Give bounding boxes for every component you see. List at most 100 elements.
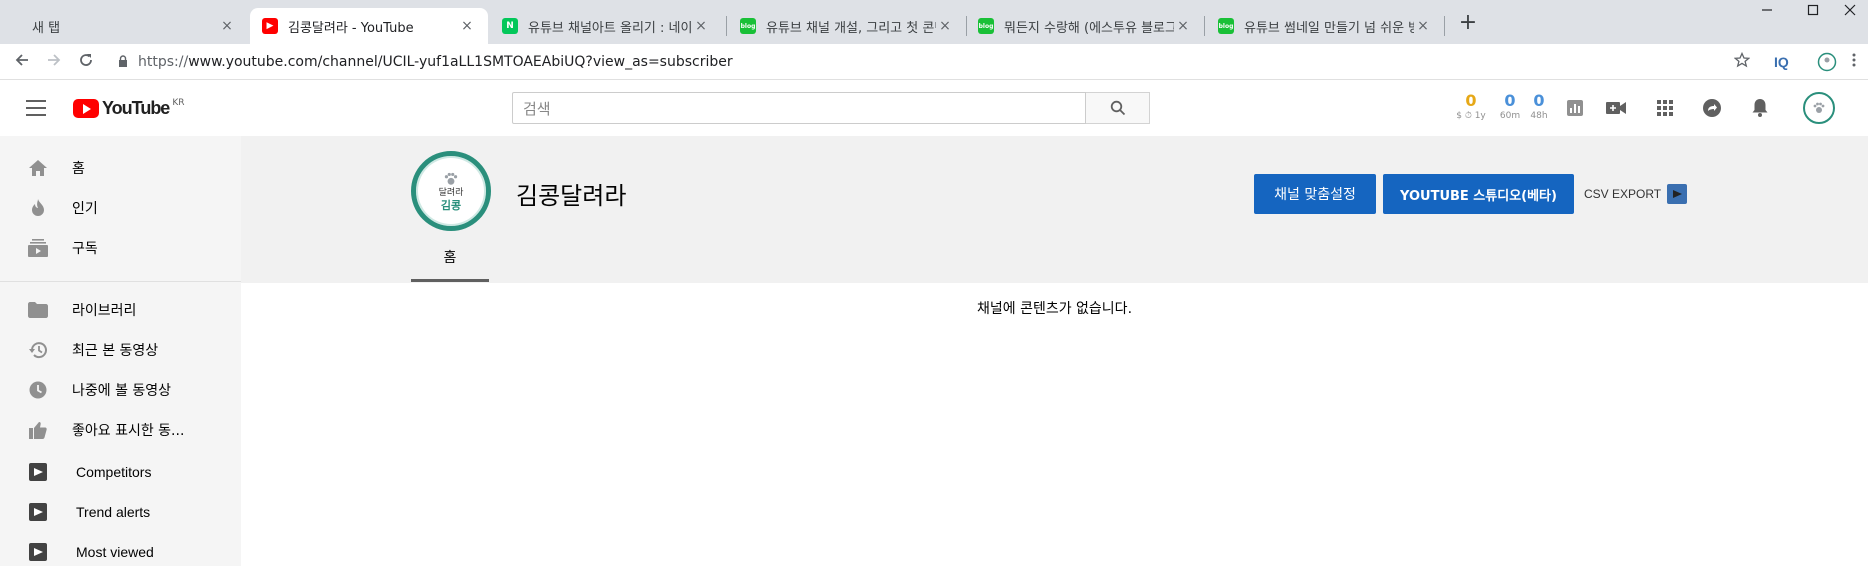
back-button[interactable] <box>12 52 32 72</box>
tab-title: 뭐든지 수랑해 (에스투유 블로그 <box>1004 20 1174 36</box>
apps-button[interactable] <box>1653 96 1677 120</box>
profile-button[interactable] <box>1817 52 1837 72</box>
vidiq-icon <box>1667 184 1688 204</box>
sidebar-item-competitors[interactable]: Competitors <box>0 452 241 492</box>
stat-value: 0 <box>1465 91 1477 110</box>
stats-chart-button[interactable] <box>1563 96 1587 120</box>
window-close-button[interactable] <box>1830 4 1868 26</box>
video-camera-icon <box>1606 102 1626 114</box>
tab-divider <box>1204 16 1205 36</box>
customize-channel-button[interactable]: 채널 맞춤설정 <box>1254 174 1376 214</box>
vidiq-icon <box>26 500 50 524</box>
stat-60m[interactable]: 0 60m <box>1496 92 1524 122</box>
youtube-studio-button[interactable]: YOUTUBE 스튜디오(베타) <box>1383 174 1574 214</box>
menu-button[interactable] <box>1852 52 1856 72</box>
browser-tab-blog-3[interactable]: blog 유튜브 썸네일 만들기 넘 쉬운 방 × <box>1206 8 1444 44</box>
sidebar-item-trending[interactable]: 인기 <box>0 188 241 228</box>
star-icon <box>1733 51 1751 68</box>
tab-title: 김콩달려라 - YouTube <box>288 20 414 36</box>
close-icon[interactable]: × <box>1414 18 1432 34</box>
stat-revenue[interactable]: 0 $ ⏱ 1y <box>1456 92 1486 122</box>
tab-divider <box>1444 16 1445 36</box>
address-bar[interactable]: https://www.youtube.com/channel/UCIL-yuf… <box>118 44 733 80</box>
apps-grid-icon <box>1657 100 1673 116</box>
browser-tab-new[interactable]: 새 탭 × <box>8 8 248 44</box>
sidebar-item-trend-alerts[interactable]: Trend alerts <box>0 492 241 532</box>
tab-home[interactable]: 홈 <box>411 246 489 282</box>
avatar-text-line2: 김콩 <box>440 198 462 212</box>
new-tab-button[interactable]: + <box>1456 12 1480 36</box>
stat-48h[interactable]: 0 48h <box>1526 92 1552 122</box>
browser-tab-blog-2[interactable]: blog 뭐든지 수랑해 (에스투유 블로그 × <box>966 8 1204 44</box>
notifications-button[interactable] <box>1748 96 1772 120</box>
messages-button[interactable] <box>1700 96 1724 120</box>
share-chat-icon <box>1703 99 1721 117</box>
account-avatar[interactable] <box>1803 92 1835 124</box>
blog-favicon-icon: blog <box>1218 18 1234 34</box>
blog-favicon-icon: blog <box>978 18 994 34</box>
csv-export-label: CSV EXPORT <box>1584 187 1662 201</box>
youtube-logo[interactable]: YouTube KR <box>73 98 184 119</box>
browser-tab-naver[interactable]: N 유튜브 채널아트 올리기 : 네이버 × <box>490 8 722 44</box>
stat-value: 0 <box>1533 91 1545 110</box>
reload-button[interactable] <box>76 52 96 72</box>
sidebar-item-most-viewed[interactable]: Most viewed <box>0 532 241 566</box>
minimize-button[interactable] <box>1747 4 1787 26</box>
sidebar-item-history[interactable]: 최근 본 동영상 <box>0 330 241 370</box>
youtube-favicon-icon: ▶ <box>262 18 278 34</box>
naver-favicon-icon: N <box>502 18 518 34</box>
channel-avatar: 달려라 김콩 <box>411 151 491 231</box>
vidiq-icon <box>26 540 50 564</box>
minimize-icon <box>1762 9 1772 11</box>
bookmark-star-button[interactable] <box>1733 51 1751 72</box>
lock-icon <box>118 54 128 70</box>
maximize-icon <box>1807 4 1819 16</box>
maximize-button[interactable] <box>1793 4 1833 26</box>
arrow-left-icon <box>15 54 28 66</box>
sidebar-divider <box>0 281 241 282</box>
arrow-right-icon <box>48 54 61 66</box>
sidebar-item-watch-later[interactable]: 나중에 볼 동영상 <box>0 370 241 410</box>
vidiq-icon <box>26 460 50 484</box>
close-icon[interactable]: × <box>1174 18 1192 34</box>
create-video-button[interactable] <box>1604 96 1628 120</box>
sidebar-item-home[interactable]: 홈 <box>0 148 241 188</box>
sidebar-item-label: Competitors <box>76 464 152 480</box>
close-icon[interactable]: × <box>936 18 954 34</box>
search-input[interactable]: 검색 <box>512 92 1086 124</box>
browser-tab-youtube[interactable]: ▶ 김콩달려라 - YouTube × <box>250 8 488 44</box>
search-icon <box>1110 100 1125 116</box>
country-code: KR <box>172 98 185 108</box>
tab-title: 유튜브 썸네일 만들기 넘 쉬운 방 <box>1244 20 1414 36</box>
paw-icon <box>1813 102 1825 113</box>
bell-icon <box>1752 99 1768 117</box>
csv-export-button[interactable]: CSV EXPORT <box>1584 184 1688 204</box>
more-vertical-icon <box>1852 53 1856 67</box>
blog-favicon-icon: blog <box>740 18 756 34</box>
thumb-up-icon <box>26 418 50 442</box>
search-placeholder: 검색 <box>523 99 551 118</box>
logo-wordmark: YouTube <box>102 98 170 118</box>
vidiq-extension-button[interactable]: IQ <box>1774 52 1789 72</box>
clock-icon <box>26 378 50 402</box>
sidebar-item-liked[interactable]: 좋아요 표시한 동... <box>0 410 241 450</box>
sidebar-item-subscriptions[interactable]: 구독 <box>0 228 241 268</box>
tab-divider <box>726 16 727 36</box>
browser-tab-blog-1[interactable]: blog 유튜브 채널 개설, 그리고 첫 콘텐 × <box>728 8 966 44</box>
home-icon <box>26 156 50 180</box>
sidebar-item-label: 좋아요 표시한 동... <box>72 423 185 439</box>
guide-menu-button[interactable] <box>26 100 46 116</box>
browser-toolbar: https://www.youtube.com/channel/UCIL-yuf… <box>0 44 1868 80</box>
sidebar-item-label: 최근 본 동영상 <box>72 343 159 359</box>
empty-content-message: 채널에 콘텐츠가 없습니다. <box>976 301 1133 317</box>
sidebar-item-label: Most viewed <box>76 544 154 560</box>
tab-title: 새 탭 <box>32 20 61 36</box>
search-button[interactable] <box>1086 92 1150 124</box>
forward-button[interactable] <box>44 52 64 72</box>
stat-value: 0 <box>1504 91 1516 110</box>
close-icon[interactable]: × <box>218 18 236 34</box>
close-icon[interactable]: × <box>458 18 476 34</box>
close-icon[interactable]: × <box>692 18 710 34</box>
history-icon <box>26 338 50 362</box>
tab-title: 유튜브 채널 개설, 그리고 첫 콘텐 <box>766 20 936 36</box>
